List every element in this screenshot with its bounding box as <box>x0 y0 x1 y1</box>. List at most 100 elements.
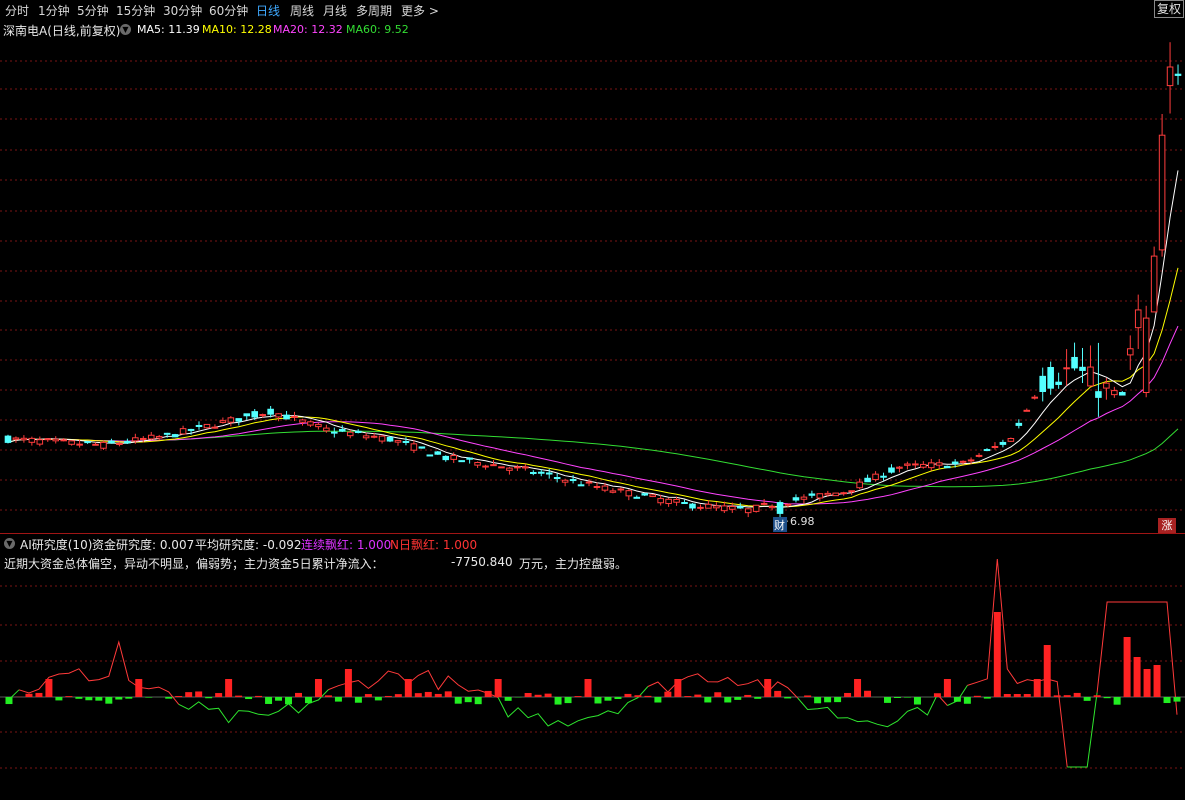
flow-bar-up <box>574 696 582 697</box>
candle-down <box>776 502 784 514</box>
panel-divider <box>0 533 1185 534</box>
candle-up <box>498 466 505 469</box>
flow-bar-up <box>544 693 552 697</box>
period-tab-60min[interactable]: 60分钟 <box>209 2 248 19</box>
candle-up <box>275 413 282 418</box>
main-settings-icon[interactable]: ▼ <box>120 24 131 35</box>
flow-bar-up <box>1123 637 1131 697</box>
candle-down <box>163 432 171 435</box>
candle-down <box>338 428 346 432</box>
period-tab-5min[interactable]: 5分钟 <box>77 2 109 19</box>
period-tab-weekly[interactable]: 周线 <box>290 2 314 19</box>
candle-up <box>609 490 617 493</box>
flow-bar-down <box>963 697 971 704</box>
flow-bar-down <box>784 697 792 699</box>
flow-bar-down <box>1083 697 1091 701</box>
ma10-line <box>7 267 1179 508</box>
candle-down <box>577 484 585 487</box>
flow-bar-down <box>504 697 512 701</box>
flow-bar-up <box>1133 657 1141 697</box>
fuquan-button[interactable]: 复权 <box>1154 0 1184 18</box>
flow-bar-down <box>275 697 283 701</box>
flow-bar-down <box>265 697 273 704</box>
candle-up <box>378 435 386 442</box>
candle-up <box>760 502 768 505</box>
field-pingjun: 平均研究度: -0.092 <box>195 538 302 552</box>
period-tab-30min[interactable]: 30分钟 <box>163 2 202 19</box>
candle-down <box>1174 73 1182 76</box>
flow-bar-up <box>414 693 422 697</box>
candle-down <box>864 477 871 483</box>
ma5-line <box>7 170 1179 509</box>
flow-bar-up <box>993 612 1001 697</box>
flow-bar-up <box>195 691 203 697</box>
candle-down <box>736 506 744 509</box>
candle-up <box>116 443 123 446</box>
flow-bar-up <box>664 691 672 697</box>
candle-up <box>52 438 60 442</box>
candle-up <box>1158 134 1166 251</box>
candle-down <box>808 493 816 496</box>
flow-bar-up <box>634 695 642 697</box>
candle-up <box>975 454 983 457</box>
candle-down <box>951 461 959 465</box>
period-tab-more[interactable]: 更多 > <box>401 2 439 19</box>
research-line <box>1067 692 1098 768</box>
flow-bar-down <box>85 697 93 701</box>
candle-up <box>1031 396 1039 399</box>
period-tab-monthly[interactable]: 月线 <box>323 2 347 19</box>
period-tab-multi[interactable]: 多周期 <box>356 2 392 19</box>
sub-lines <box>8 558 1178 768</box>
candle-up <box>848 490 855 493</box>
candle-up <box>203 423 211 429</box>
candle-down <box>187 428 195 431</box>
candle-up <box>673 498 680 503</box>
flow-bar-up <box>644 695 652 697</box>
flow-bar-up <box>1033 679 1041 697</box>
cai-badge-bg <box>773 517 788 532</box>
research-line <box>497 686 649 727</box>
ma20-line <box>7 325 1179 505</box>
flow-bar-down <box>5 697 13 705</box>
flow-bar-down <box>245 697 253 700</box>
candle-up <box>896 466 903 469</box>
flow-bar-up <box>584 679 592 697</box>
flow-bar-up <box>804 695 812 697</box>
period-tab-15min[interactable]: 15分钟 <box>116 2 155 19</box>
candle-up <box>856 481 863 489</box>
flow-bar-down <box>554 697 562 705</box>
research-line <box>797 694 938 728</box>
flow-bar-up <box>25 693 33 697</box>
flow-bar-down <box>165 697 173 699</box>
period-tab-1min[interactable]: 1分钟 <box>38 2 70 19</box>
sub-bars <box>5 612 1181 705</box>
flow-bar-up <box>864 690 872 697</box>
kline-chart[interactable]: 6.98 财 <box>0 0 1185 800</box>
flow-bar-down <box>614 697 622 700</box>
candle-down <box>569 479 577 482</box>
candle-down <box>943 465 951 469</box>
flow-bar-down <box>474 697 482 705</box>
candle-down <box>4 435 12 443</box>
candle-up <box>1111 390 1118 396</box>
candle-up <box>904 463 911 466</box>
candle-up <box>912 463 919 466</box>
candle-up <box>617 488 625 491</box>
candle-down <box>530 471 537 474</box>
zhang-badge: 涨 <box>1158 518 1176 533</box>
candle-down <box>466 457 473 460</box>
research-line <box>647 673 799 699</box>
marks: 6.98 财 <box>773 515 815 532</box>
sub-settings-icon[interactable]: ▼ <box>4 538 15 549</box>
flow-bar-up <box>364 694 372 697</box>
ma-lines <box>7 170 1179 509</box>
candle-up <box>705 503 712 509</box>
flow-bar-down <box>814 697 822 704</box>
candle-up <box>259 414 266 417</box>
period-tab-fenshi[interactable]: 分时 <box>5 2 29 19</box>
period-tab-daily[interactable]: 日线 <box>256 2 280 19</box>
flow-bar-up <box>65 696 73 697</box>
candle-up <box>147 434 155 440</box>
flow-bar-up <box>45 679 53 697</box>
flow-bar-up <box>444 691 452 697</box>
